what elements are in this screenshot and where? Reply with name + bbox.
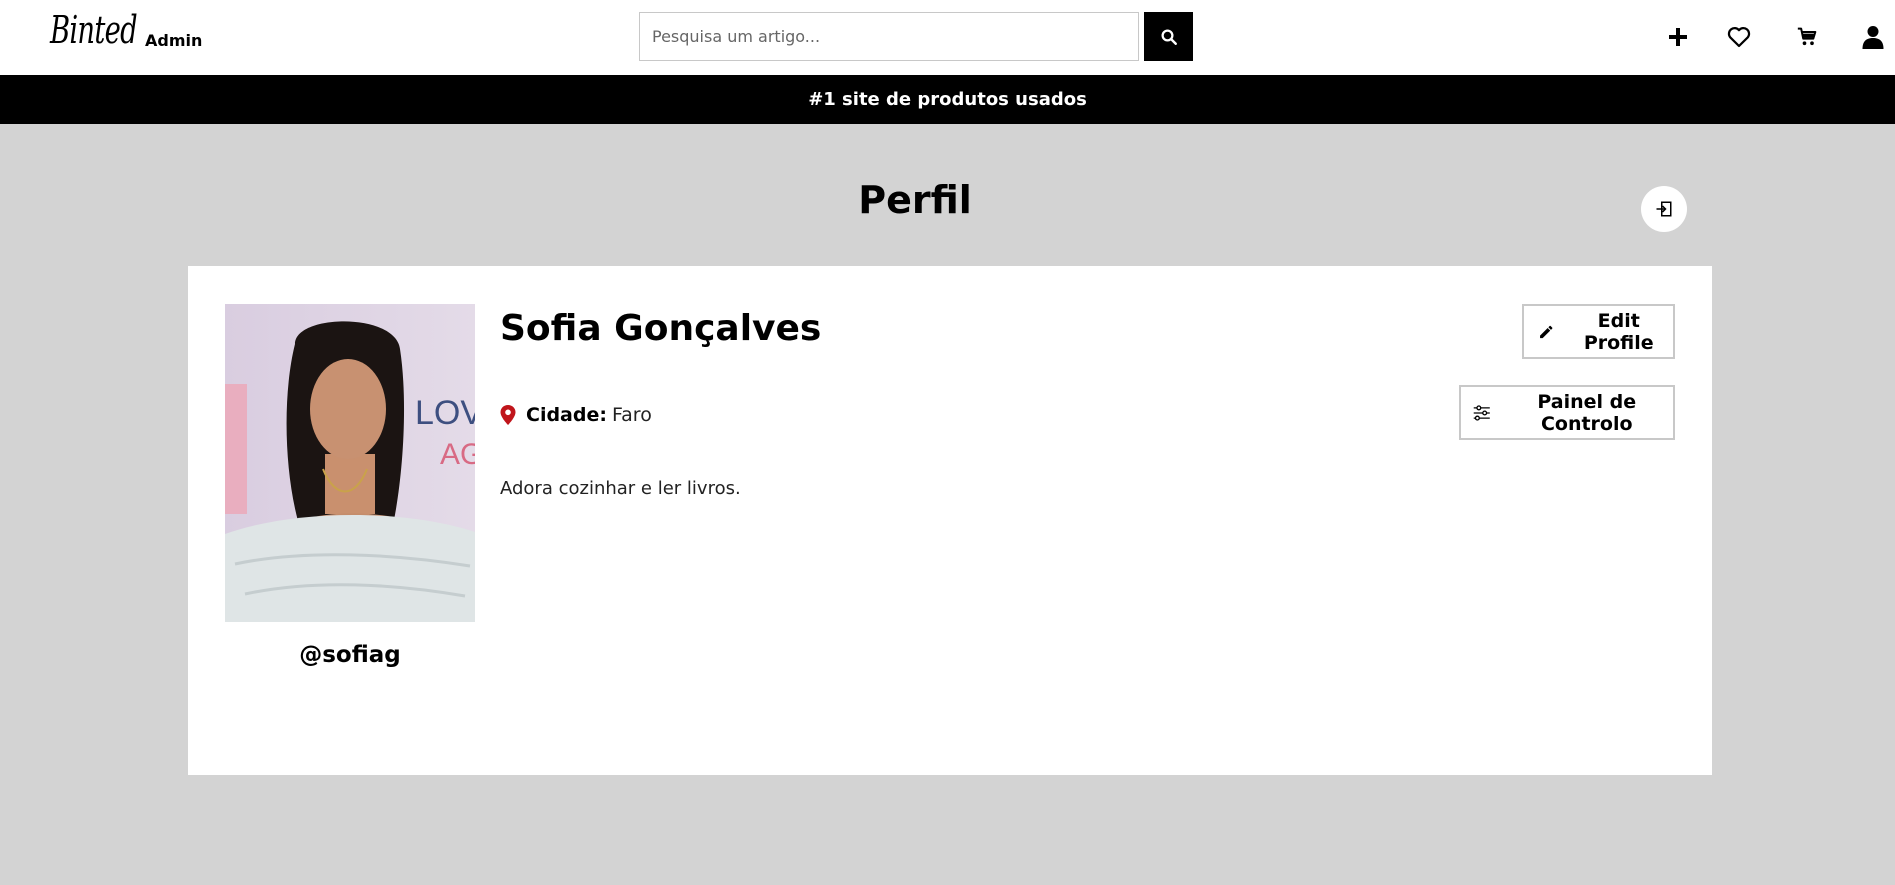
pencil-icon: [1540, 325, 1553, 338]
svg-text:AG: AG: [440, 438, 475, 471]
edit-profile-button[interactable]: Edit Profile: [1522, 304, 1675, 359]
top-navbar: Binted Admin: [0, 0, 1895, 75]
city-row: Cidade: Faro: [500, 404, 652, 426]
avatar: LOVE AG: [225, 304, 475, 622]
page-title: Perfil: [858, 178, 972, 222]
admin-label: Admin: [145, 31, 203, 50]
city-value: Faro: [611, 404, 652, 426]
favorites-button[interactable]: [1724, 22, 1754, 52]
control-panel-button[interactable]: Painel de Controlo: [1459, 385, 1675, 440]
cart-icon: [1797, 27, 1817, 46]
edit-profile-label: Edit Profile: [1583, 309, 1654, 354]
profile-name: Sofia Gonçalves: [500, 308, 822, 349]
city-label: Cidade:: [526, 404, 607, 426]
location-pin-icon: [500, 405, 516, 425]
search-icon: [1161, 29, 1177, 45]
username: @sofiag: [299, 642, 401, 668]
add-item-button[interactable]: [1663, 22, 1693, 52]
account-button[interactable]: [1858, 22, 1888, 52]
search-button[interactable]: [1144, 12, 1193, 61]
plus-icon: [1669, 28, 1687, 46]
heart-icon: [1727, 27, 1751, 48]
cart-button[interactable]: [1792, 22, 1822, 52]
site-logo[interactable]: Binted: [50, 8, 138, 52]
logout-icon: [1656, 201, 1672, 217]
control-panel-label: Painel de Controlo: [1537, 390, 1637, 435]
sliders-icon: [1473, 404, 1490, 421]
user-icon: [1862, 26, 1884, 49]
logout-button[interactable]: [1641, 186, 1687, 232]
profile-bio: Adora cozinhar e ler livros.: [500, 478, 741, 499]
search-input[interactable]: [639, 12, 1139, 61]
promo-banner: #1 site de produtos usados: [0, 75, 1895, 124]
profile-card: LOVE AG @sofiag Sofia Gonçalves Cidade: …: [188, 266, 1712, 775]
svg-text:LOVE: LOVE: [415, 394, 475, 432]
